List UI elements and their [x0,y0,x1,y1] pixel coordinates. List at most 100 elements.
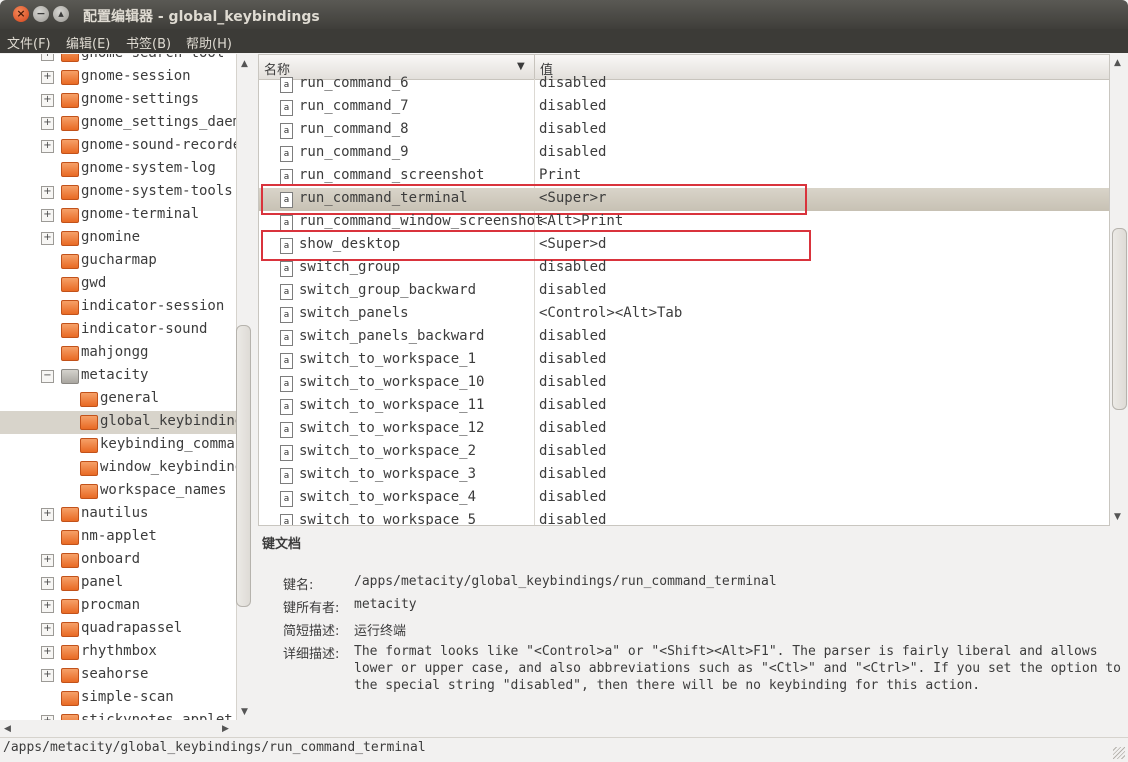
scroll-left-icon[interactable]: ◀ [4,724,11,734]
expand-icon[interactable]: + [41,209,54,222]
expand-icon[interactable]: + [41,646,54,659]
scroll-down-icon[interactable]: ▼ [241,707,248,717]
expand-icon[interactable]: + [41,577,54,590]
tree-item[interactable]: global_keybindings [0,411,236,434]
resize-grip-icon[interactable] [1113,747,1125,759]
tree-item[interactable]: + gnome-settings [0,89,236,112]
expand-icon[interactable]: + [41,600,54,613]
key-row[interactable]: a switch_panels_backward disabled [259,326,1109,349]
key-value[interactable]: disabled [539,351,606,367]
tree-item[interactable]: gucharmap [0,250,236,273]
key-row[interactable]: a switch_to_workspace_5 disabled [259,510,1109,525]
tree-item[interactable]: gnome-system-log [0,158,236,181]
key-value[interactable]: disabled [539,420,606,436]
key-value[interactable]: disabled [539,443,606,459]
sort-arrow-icon[interactable]: ▼ [517,61,525,72]
key-value[interactable]: disabled [539,144,606,160]
tree-item[interactable]: + gnome-search-tool [0,54,236,66]
maximize-icon[interactable]: ▴ [53,6,69,22]
tree-item[interactable]: workspace_names [0,480,236,503]
tree-item[interactable]: + gnome-sound-recorder [0,135,236,158]
key-row[interactable]: a switch_to_workspace_4 disabled [259,487,1109,510]
menu-edit[interactable]: 编辑(E) [66,33,110,52]
key-value[interactable]: <Alt>Print [539,213,623,229]
expand-icon[interactable]: + [41,71,54,84]
tree-item[interactable]: indicator-sound [0,319,236,342]
tree-item[interactable]: + panel [0,572,236,595]
key-list[interactable]: 名称 ▼ 值 a run_command_6 disabled a run_comman… [258,54,1110,526]
tree-item[interactable]: + gnomine [0,227,236,250]
tree-item[interactable]: + procman [0,595,236,618]
key-row[interactable]: a switch_to_workspace_12 disabled [259,418,1109,441]
key-row[interactable]: a switch_group_backward disabled [259,280,1109,303]
expand-icon[interactable]: + [41,232,54,245]
key-row[interactable]: a run_command_8 disabled [259,119,1109,142]
tree-scrollbar-thumb[interactable] [236,325,251,607]
key-value[interactable]: disabled [539,121,606,137]
directory-tree[interactable]: + gnome-search-tool + gnome-session + gnome-s… [0,54,237,720]
key-row[interactable]: a switch_to_workspace_3 disabled [259,464,1109,487]
tree-item[interactable]: + rhythmbox [0,641,236,664]
key-row[interactable]: a switch_to_workspace_11 disabled [259,395,1109,418]
expand-icon[interactable]: + [41,140,54,153]
tree-item[interactable]: mahjongg [0,342,236,365]
expand-icon[interactable]: + [41,623,54,636]
tree-item[interactable]: + onboard [0,549,236,572]
tree-item[interactable]: + gnome_settings_daemon [0,112,236,135]
key-row[interactable]: a switch_panels <Control><Alt>Tab [259,303,1109,326]
tree-horizontal-scrollbar[interactable]: ◀ ▶ [0,721,236,737]
tree-item[interactable]: + seahorse [0,664,236,687]
key-value[interactable]: disabled [539,98,606,114]
expand-icon[interactable]: + [41,117,54,130]
menu-file[interactable]: 文件(F) [7,33,51,52]
key-value[interactable]: disabled [539,374,606,390]
tree-item[interactable]: keybinding_commands [0,434,236,457]
list-scroll-down-icon[interactable]: ▼ [1114,512,1121,522]
tree-item[interactable]: + gnome-session [0,66,236,89]
key-row[interactable]: a run_command_9 disabled [259,142,1109,165]
tree-item[interactable]: window_keybindings [0,457,236,480]
key-value[interactable]: disabled [539,466,606,482]
key-value[interactable]: <Control><Alt>Tab [539,305,682,321]
key-value[interactable]: Print [539,167,581,183]
expand-icon[interactable]: + [41,508,54,521]
scroll-right-icon[interactable]: ▶ [222,724,229,734]
key-value[interactable]: disabled [539,75,606,91]
tree-item[interactable]: + quadrapassel [0,618,236,641]
expand-icon[interactable]: + [41,715,54,720]
list-scroll-up-icon[interactable]: ▲ [1114,58,1121,68]
scroll-up-icon[interactable]: ▲ [241,59,248,69]
close-icon[interactable]: × [13,6,29,22]
expand-icon[interactable]: + [41,186,54,199]
menu-help[interactable]: 帮助(H) [186,33,232,52]
minimize-icon[interactable]: − [33,6,49,22]
key-value[interactable]: disabled [539,512,606,525]
tree-item[interactable]: + stickynotes_applet [0,710,236,720]
key-row[interactable]: a switch_to_workspace_1 disabled [259,349,1109,372]
tree-item[interactable]: general [0,388,236,411]
menu-bookmarks[interactable]: 书签(B) [126,33,171,52]
key-row[interactable]: a switch_to_workspace_2 disabled [259,441,1109,464]
tree-item[interactable]: simple-scan [0,687,236,710]
expand-icon[interactable]: + [41,94,54,107]
tree-item[interactable]: nm-applet [0,526,236,549]
tree-item[interactable]: indicator-session [0,296,236,319]
key-value[interactable]: disabled [539,397,606,413]
expand-icon[interactable]: + [41,54,54,61]
key-value[interactable]: disabled [539,259,606,275]
expand-icon[interactable]: + [41,669,54,682]
expand-icon[interactable]: + [41,554,54,567]
key-value[interactable]: disabled [539,282,606,298]
key-value[interactable]: disabled [539,328,606,344]
tree-item[interactable]: + gnome-terminal [0,204,236,227]
key-row[interactable]: a run_command_6 disabled [259,73,1109,96]
tree-item[interactable]: + nautilus [0,503,236,526]
key-row[interactable]: a run_command_7 disabled [259,96,1109,119]
tree-item[interactable]: gwd [0,273,236,296]
key-row[interactable]: a switch_group disabled [259,257,1109,280]
tree-item[interactable]: − metacity [0,365,236,388]
collapse-icon[interactable]: − [41,370,54,383]
tree-item[interactable]: + gnome-system-tools [0,181,236,204]
key-value[interactable]: disabled [539,489,606,505]
list-scrollbar-thumb[interactable] [1112,228,1127,410]
